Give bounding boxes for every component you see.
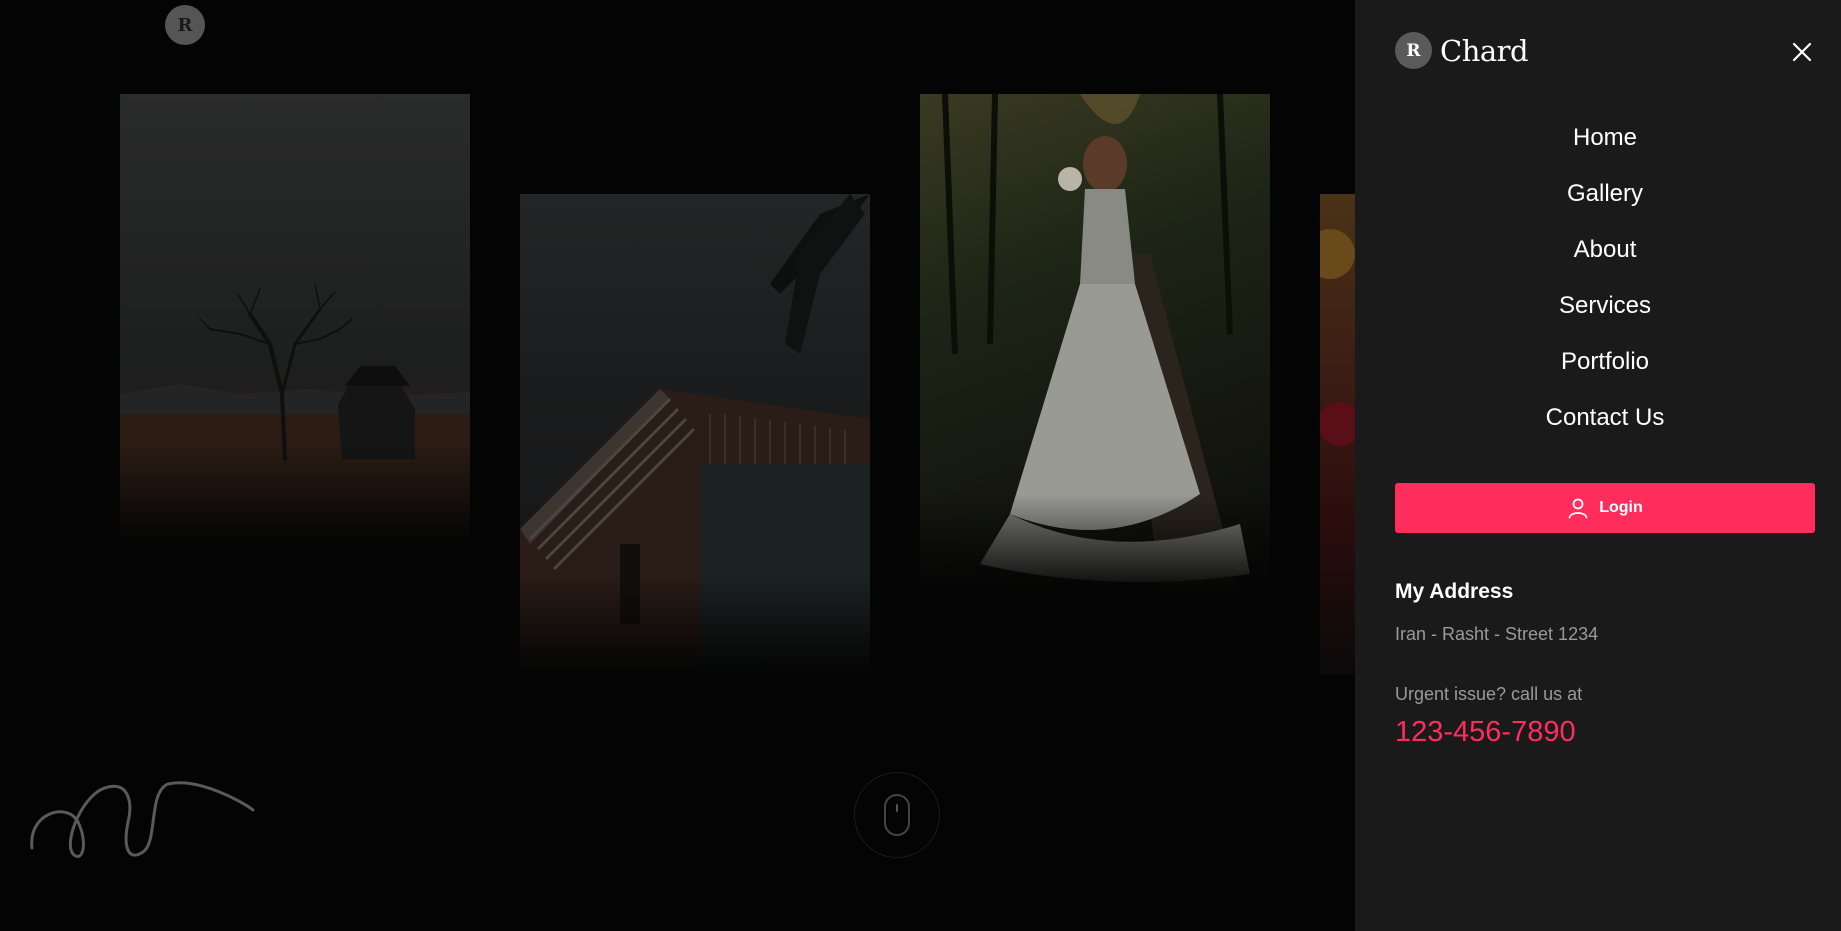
login-button[interactable]: Login — [1395, 483, 1815, 533]
nav-item-home[interactable]: Home — [1395, 115, 1815, 171]
user-icon — [1568, 498, 1588, 519]
bride-forest-photo[interactable] — [920, 94, 1270, 594]
scroll-down-indicator[interactable] — [854, 772, 940, 858]
brand-logo[interactable]: R Chard — [1395, 32, 1529, 69]
mouse-scroll-icon — [884, 794, 910, 836]
building-palm-photo[interactable] — [520, 194, 870, 674]
address-text: Iran - Rasht - Street 1234 — [1395, 624, 1599, 644]
nav-item-portfolio[interactable]: Portfolio — [1395, 339, 1815, 395]
tree-landscape-photo[interactable] — [120, 94, 470, 544]
gallery-stage: R — [0, 0, 1355, 931]
close-button[interactable] — [1788, 38, 1816, 66]
nav-item-gallery[interactable]: Gallery — [1395, 171, 1815, 227]
side-menu-drawer: R Chard Home Gallery About Services Port… — [1355, 0, 1841, 931]
nav-item-contact-us[interactable]: Contact Us — [1395, 395, 1815, 451]
close-icon — [1792, 42, 1812, 62]
nav-item-about[interactable]: About — [1395, 227, 1815, 283]
signature-graphic — [30, 781, 255, 858]
background-logo[interactable]: R — [165, 5, 205, 45]
phone-link[interactable]: 123-456-7890 — [1395, 716, 1576, 749]
urgent-text: Urgent issue? call us at — [1395, 684, 1583, 704]
drawer-nav: Home Gallery About Services Portfolio Co… — [1395, 115, 1815, 451]
address-title: My Address — [1395, 580, 1514, 603]
brand-name: Chard — [1440, 33, 1529, 68]
login-label: Login — [1599, 499, 1643, 516]
nav-item-services[interactable]: Services — [1395, 283, 1815, 339]
brand-mark: R — [1395, 32, 1432, 69]
flowers-photo[interactable] — [1320, 194, 1355, 674]
